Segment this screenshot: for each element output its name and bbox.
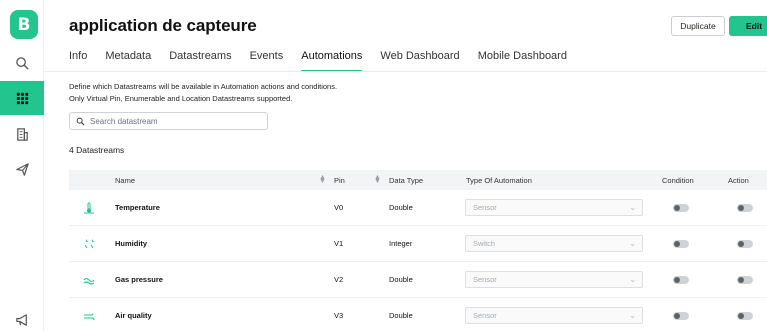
column-header-condition: Condition [662,176,694,185]
datastream-name: Gas pressure [115,275,163,284]
datastream-name: Temperature [115,203,160,212]
datastream-pin: V0 [334,203,344,212]
description-line-1: Define which Datastreams will be availab… [69,82,338,91]
tab-info[interactable]: Info [69,50,87,72]
condition-toggle[interactable] [673,312,689,320]
automation-type-select[interactable]: Sensor ⌄ [465,199,643,216]
table-row: Gas pressure V2 Double Sensor ⌄ [69,262,767,298]
search-input[interactable] [90,116,260,126]
column-header-data-type: Data Type [389,176,424,185]
gas-icon [83,277,95,285]
table-row: Air quality V3 Double Sensor ⌄ [69,298,767,331]
sort-icon[interactable]: ▲ ▼ [374,174,381,185]
table-row: Humidity V1 Integer Switch ⌄ [69,226,767,262]
column-header-type-of-automation: Type Of Automation [466,176,532,185]
megaphone-icon [15,313,27,326]
automation-type-value: Sensor [473,311,497,320]
action-toggle[interactable] [737,204,753,212]
sidebar-item-organizations[interactable] [0,117,44,151]
air-quality-icon [84,313,95,321]
datastream-data-type: Double [389,275,413,284]
automation-description: Define which Datastreams will be availab… [69,81,337,105]
sidebar-item-messages[interactable] [0,152,44,186]
sidebar-item-announcements[interactable] [0,303,44,331]
app-logo[interactable]: B [10,10,38,39]
sidebar-item-search[interactable] [0,46,44,80]
tab-datastreams[interactable]: Datastreams [169,50,231,72]
datastream-pin: V3 [334,311,344,320]
condition-toggle[interactable] [673,240,689,248]
datastream-pin: V2 [334,275,344,284]
action-toggle[interactable] [737,240,753,248]
duplicate-button[interactable]: Duplicate [671,16,725,36]
chevron-down-icon: ⌄ [629,203,636,212]
datastream-pin: V1 [334,239,344,248]
search-box[interactable] [69,112,268,130]
humidity-icon [84,239,94,249]
action-toggle[interactable] [737,276,753,284]
datastream-data-type: Integer [389,239,413,248]
sidebar: B [0,0,44,331]
chevron-down-icon: ⌄ [629,239,636,248]
automation-type-value: Sensor [473,203,497,212]
chevron-down-icon: ⌄ [629,275,636,284]
column-header-action: Action [728,176,749,185]
edit-button[interactable]: Edit [729,16,767,36]
datastream-name: Humidity [115,239,148,248]
table-row: Temperature V0 Double Sensor ⌄ [69,190,767,226]
tab-events[interactable]: Events [250,50,284,72]
datastream-count: 4 Datastreams [69,145,125,155]
page-title: application de capteure [69,16,257,35]
automation-type-value: Switch [473,239,496,248]
tab-automations[interactable]: Automations [301,50,363,72]
column-header-pin[interactable]: Pin [334,176,345,185]
automation-type-select[interactable]: Sensor ⌄ [465,307,643,324]
automation-type-select[interactable]: Switch ⌄ [465,235,643,252]
send-icon [15,162,29,176]
table-header: Name ▲ ▼ Pin ▲ ▼ Data Type Type Of Automat… [69,170,767,190]
tab-bar: Info Metadata Datastreams Events Automat… [69,50,585,72]
sort-icon[interactable]: ▲ ▼ [319,174,326,185]
tab-metadata[interactable]: Metadata [105,50,151,72]
condition-toggle[interactable] [673,276,689,284]
datastream-data-type: Double [389,203,413,212]
tab-divider [44,71,767,72]
action-toggle[interactable] [737,312,753,320]
sidebar-item-templates[interactable] [0,81,44,115]
grid-icon [16,92,28,104]
building-icon [16,127,28,141]
search-icon [15,56,29,70]
automation-type-select[interactable]: Sensor ⌄ [465,271,643,288]
thermometer-icon [84,202,94,214]
datastream-data-type: Double [389,311,413,320]
chevron-down-icon: ⌄ [629,311,636,320]
datastream-name: Air quality [115,311,152,320]
tab-mobile-dashboard[interactable]: Mobile Dashboard [478,50,567,72]
condition-toggle[interactable] [673,204,689,212]
automation-type-value: Sensor [473,275,497,284]
tab-web-dashboard[interactable]: Web Dashboard [380,50,459,72]
column-header-name[interactable]: Name [115,176,135,185]
description-line-2: Only Virtual Pin, Enumerable and Locatio… [69,94,293,103]
search-icon [76,117,85,126]
